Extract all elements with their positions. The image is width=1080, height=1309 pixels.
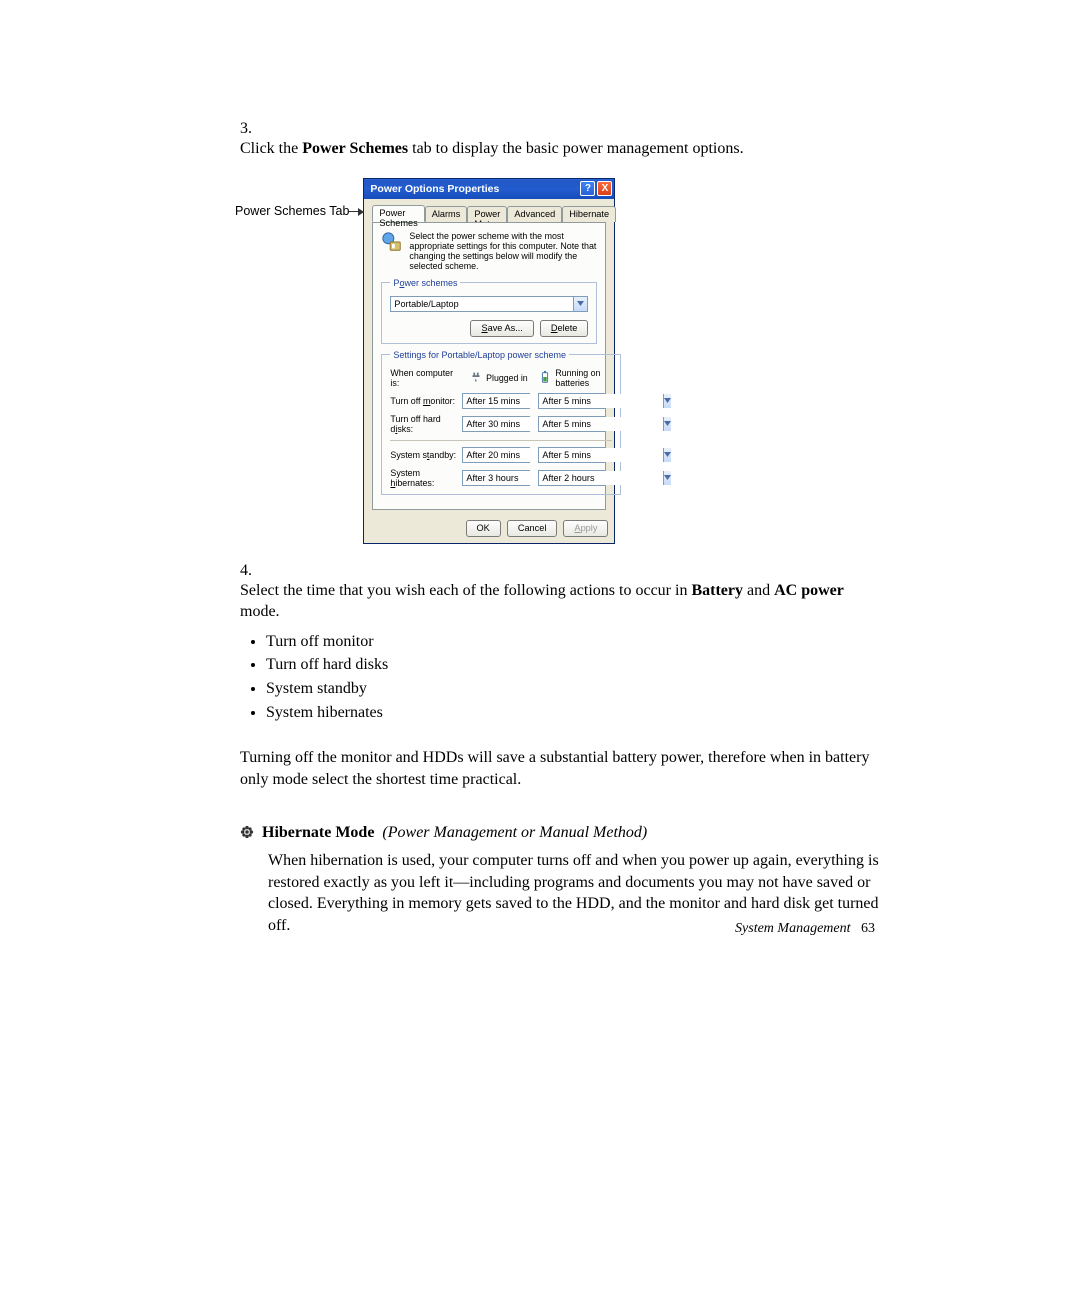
plug-icon [469, 370, 483, 386]
bullet-monitor: Turn off monitor [266, 631, 850, 653]
bullet-standby: System standby [266, 678, 850, 700]
tab-advanced[interactable]: Advanced [507, 206, 562, 222]
step-4-number: 4. [240, 562, 268, 580]
tab-power-meter[interactable]: Power Meter [467, 206, 507, 222]
page-footer: System Management 63 [735, 921, 875, 937]
row-disks-label: Turn off hard disks: [390, 414, 458, 434]
flower-icon [240, 825, 254, 844]
legend-power-schemes: Power schemes [390, 278, 460, 288]
chevron-down-icon[interactable] [663, 417, 671, 431]
step-4-text: Select the time that you wish each of th… [240, 580, 850, 730]
step-3: 3. Click the Power Schemes tab to displa… [240, 120, 880, 544]
tab-alarms[interactable]: Alarms [425, 206, 468, 222]
hibernate-paren: (Power Management or Manual Method) [382, 824, 647, 841]
dialog-title: Power Options Properties [370, 183, 499, 195]
dialog-titlebar: Power Options Properties ? X [364, 179, 614, 199]
standby-ac-select[interactable] [462, 447, 530, 463]
hibernate-ac-select[interactable] [462, 470, 530, 486]
scheme-select-input[interactable] [391, 297, 573, 311]
annotation-label: Power Schemes Tab [235, 178, 349, 218]
monitor-batt-select[interactable] [538, 393, 606, 409]
step-4: 4. Select the time that you wish each of… [240, 562, 880, 730]
header-when: When computer is: [390, 368, 458, 388]
cancel-button[interactable]: Cancel [507, 520, 558, 537]
row-hibernate-label: System hibernates: [390, 468, 458, 488]
tab-panel: Select the power scheme with the most ap… [372, 222, 606, 510]
fieldset-power-schemes: Power schemes Save As... Delete [381, 278, 597, 344]
row-standby-label: System standby: [390, 450, 458, 460]
disks-batt-select[interactable] [538, 416, 606, 432]
chevron-down-icon[interactable] [663, 448, 671, 462]
description-text: Select the power scheme with the most ap… [409, 231, 597, 272]
monitor-ac-select[interactable] [462, 393, 530, 409]
chevron-down-icon[interactable] [573, 297, 587, 311]
chevron-down-icon[interactable] [663, 471, 671, 485]
header-battery: Running on batteries [555, 368, 612, 388]
disks-ac-select[interactable] [462, 416, 530, 432]
battery-icon [538, 370, 552, 386]
power-options-dialog: Power Options Properties ? X Power Schem… [363, 178, 615, 544]
tab-hibernate[interactable]: Hibernate [562, 206, 616, 222]
step-3-text: Click the Power Schemes tab to display t… [240, 138, 850, 160]
divider [390, 440, 612, 441]
power-scheme-icon [381, 231, 403, 253]
header-plugged: Plugged in [486, 373, 528, 383]
ok-button[interactable]: OK [466, 520, 501, 537]
arrow-icon [349, 211, 363, 212]
help-button[interactable]: ? [580, 181, 595, 196]
scheme-select[interactable] [390, 296, 588, 312]
step-3-number: 3. [240, 120, 268, 138]
note-paragraph: Turning off the monitor and HDDs will sa… [240, 747, 880, 790]
legend-settings: Settings for Portable/Laptop power schem… [390, 350, 569, 360]
delete-button[interactable]: Delete [540, 320, 589, 337]
tab-power-schemes[interactable]: Power Schemes [372, 205, 424, 222]
fieldset-settings: Settings for Portable/Laptop power schem… [381, 350, 621, 495]
save-as-button[interactable]: Save As... [470, 320, 533, 337]
dialog-footer: OK Cancel Apply [364, 514, 614, 543]
bullet-disks: Turn off hard disks [266, 654, 850, 676]
bullet-hibernates: System hibernates [266, 702, 850, 724]
step-4-bullets: Turn off monitor Turn off hard disks Sys… [266, 631, 850, 723]
hibernate-batt-select[interactable] [538, 470, 606, 486]
standby-batt-select[interactable] [538, 447, 606, 463]
chevron-down-icon[interactable] [663, 394, 671, 408]
apply-button[interactable]: Apply [563, 520, 608, 537]
close-button[interactable]: X [597, 181, 612, 196]
hibernate-title: Hibernate Mode [262, 824, 374, 841]
dialog-tabs: Power Schemes Alarms Power Meter Advance… [372, 205, 606, 222]
row-monitor-label: Turn off monitor: [390, 396, 458, 406]
